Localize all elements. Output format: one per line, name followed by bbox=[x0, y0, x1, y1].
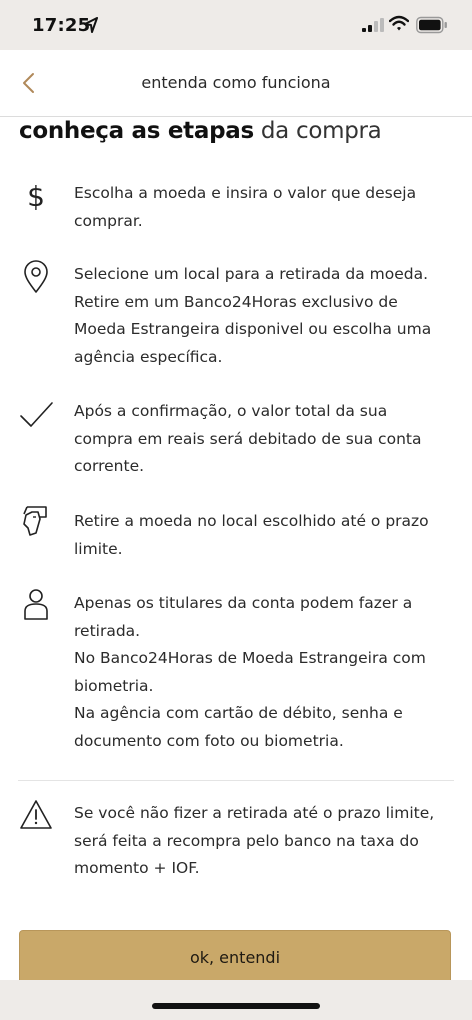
warning-line: momento + IOF. bbox=[74, 859, 200, 877]
step-1-text: Escolha a moeda e insira o valor que des… bbox=[74, 180, 459, 235]
step-4-text: Retire a moeda no local escolhido até o … bbox=[74, 508, 459, 563]
step-line: limite. bbox=[74, 539, 123, 558]
step-line: Após a confirmação, o valor total da sua bbox=[74, 402, 388, 420]
step-3-text: Após a confirmação, o valor total da sua… bbox=[74, 398, 459, 481]
step-line: Escolha a moeda e insira o valor que des… bbox=[74, 184, 417, 202]
step-line: corrente. bbox=[74, 457, 145, 475]
hand-cash-icon bbox=[23, 506, 47, 536]
heading-bold: conheça as etapas bbox=[19, 118, 254, 144]
step-line: retirada. bbox=[74, 621, 141, 640]
checkmark-icon bbox=[20, 402, 53, 427]
location-arrow-icon bbox=[84, 17, 98, 33]
person-icon bbox=[24, 589, 48, 620]
step-line: Selecione um local para a retirada da mo… bbox=[74, 265, 429, 283]
section-heading: conheça as etapas da compra bbox=[19, 118, 382, 144]
status-time: 17:25 bbox=[32, 15, 91, 36]
warning-line: será feita a recompra pelo banco na taxa… bbox=[74, 831, 419, 850]
step-line: biometria. bbox=[74, 676, 154, 695]
step-line: compra em reais será debitado de sua con… bbox=[74, 429, 422, 448]
svg-text:$: $ bbox=[27, 180, 45, 213]
warning-icon bbox=[20, 800, 52, 829]
wifi-icon bbox=[389, 15, 409, 31]
cellular-signal-icon bbox=[362, 18, 384, 32]
step-2-text: Selecione um local para a retirada da mo… bbox=[74, 261, 459, 371]
step-line: Retire a moeda no local escolhido até o … bbox=[74, 512, 429, 530]
step-line: Na agência com cartão de débito, senha e bbox=[74, 704, 403, 722]
step-line: Apenas os titulares da conta podem fazer… bbox=[74, 594, 413, 612]
heading-light: da compra bbox=[260, 118, 382, 144]
status-bar: 17:25 bbox=[0, 0, 472, 50]
step-line: comprar. bbox=[74, 211, 143, 230]
dollar-icon: $ bbox=[27, 180, 45, 213]
ok-understood-button[interactable]: ok, entendi bbox=[19, 930, 451, 986]
warning-line: Se você não fizer a retirada até o prazo… bbox=[74, 804, 435, 822]
warning-text: Se você não fizer a retirada até o prazo… bbox=[74, 800, 459, 883]
divider bbox=[18, 780, 454, 781]
home-indicator[interactable] bbox=[152, 1003, 320, 1009]
step-line: Moeda Estrangeira disponivel ou escolha … bbox=[74, 320, 432, 338]
step-line: Retire em um Banco24Horas exclusivo de bbox=[74, 292, 398, 311]
location-pin-icon bbox=[24, 260, 48, 293]
step-line: agência específica. bbox=[74, 347, 223, 366]
battery-icon bbox=[416, 16, 447, 34]
step-5-text: Apenas os titulares da conta podem fazer… bbox=[74, 590, 459, 755]
page-title: entenda como funciona bbox=[141, 73, 331, 92]
step-line: No Banco24Horas de Moeda Estrangeira com bbox=[74, 649, 426, 667]
ok-understood-label: ok, entendi bbox=[189, 948, 281, 967]
home-indicator-area bbox=[0, 980, 472, 1020]
navigation-bar: entenda como funciona bbox=[0, 50, 472, 117]
step-line: documento com foto ou biometria. bbox=[74, 731, 344, 750]
